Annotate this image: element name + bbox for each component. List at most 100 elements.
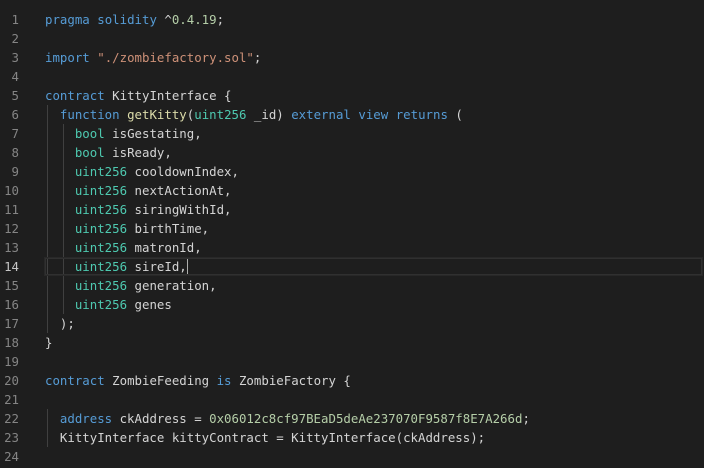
code-line[interactable]: 13 uint256 matronId,: [0, 238, 704, 257]
line-number: 14: [4, 259, 19, 274]
line-number: 7: [11, 126, 19, 141]
code-text[interactable]: contract ZombieFeeding is ZombieFactory …: [45, 371, 351, 390]
code-line[interactable]: 8 bool isReady,: [0, 143, 704, 162]
code-token: view: [358, 107, 389, 122]
code-token: external: [291, 107, 351, 122]
code-text[interactable]: uint256 siringWithId,: [45, 200, 232, 219]
code-token: ckAddress =: [112, 411, 210, 426]
code-line[interactable]: 7 bool isGestating,: [0, 124, 704, 143]
code-line[interactable]: 4: [0, 67, 704, 86]
line-number: 9: [11, 164, 19, 179]
code-line[interactable]: 16 uint256 genes: [0, 295, 704, 314]
line-number: 8: [11, 145, 19, 160]
code-line[interactable]: 18}: [0, 333, 704, 352]
code-text[interactable]: function getKitty(uint256 _id) external …: [45, 105, 463, 124]
line-number: 2: [11, 31, 19, 46]
code-line[interactable]: 19: [0, 352, 704, 371]
code-text[interactable]: import "./zombiefactory.sol";: [45, 48, 261, 67]
code-token: solidity: [97, 12, 157, 27]
code-token: cooldownIndex,: [127, 164, 239, 179]
line-number: 16: [4, 297, 19, 312]
line-number: 13: [4, 240, 19, 255]
line-number: 11: [4, 202, 19, 217]
code-text[interactable]: uint256 generation,: [45, 276, 217, 295]
code-line[interactable]: 22 address ckAddress = 0x06012c8cf97BEaD…: [0, 409, 704, 428]
code-text[interactable]: pragma solidity ^0.4.19;: [45, 10, 224, 29]
line-number: 6: [11, 107, 19, 122]
code-token: 0.4.19: [171, 12, 217, 27]
code-token: isReady,: [104, 145, 172, 160]
code-token: 0x06012c8cf97BEaD5deAe237070F9587f8E7A26…: [209, 411, 523, 426]
code-token: genes: [127, 297, 172, 312]
code-line[interactable]: 17 );: [0, 314, 704, 333]
code-text[interactable]: bool isReady,: [45, 143, 172, 162]
code-text[interactable]: uint256 cooldownIndex,: [45, 162, 239, 181]
code-line[interactable]: 3 import "./zombiefactory.sol";: [0, 48, 704, 67]
code-token: uint256: [74, 240, 128, 255]
code-token: isGestating,: [104, 126, 202, 141]
code-text[interactable]: bool isGestating,: [45, 124, 202, 143]
code-line[interactable]: 10 uint256 nextActionAt,: [0, 181, 704, 200]
code-token: uint256: [74, 164, 128, 179]
code-token: ^: [156, 12, 172, 27]
code-text[interactable]: contract KittyInterface {: [45, 86, 232, 105]
code-token: uint256: [74, 221, 128, 236]
code-token: uint256: [74, 297, 128, 312]
code-token: contract: [45, 373, 105, 388]
code-text[interactable]: );: [45, 314, 75, 333]
code-line[interactable]: 20 contract ZombieFeeding is ZombieFactor…: [0, 371, 704, 390]
code-token: uint256: [194, 107, 247, 122]
code-token: KittyInterface {: [104, 88, 232, 103]
code-line[interactable]: 14 uint256 sireId,: [0, 257, 704, 276]
code-token: siringWithId,: [127, 202, 232, 217]
code-text[interactable]: uint256 matronId,: [45, 238, 202, 257]
code-text[interactable]: KittyInterface kittyContract = KittyInte…: [45, 428, 485, 447]
code-line[interactable]: 15 uint256 generation,: [0, 276, 704, 295]
code-token: pragma: [45, 12, 90, 27]
line-number: 17: [4, 316, 19, 331]
code-token: uint256: [74, 202, 128, 217]
code-text[interactable]: uint256 genes: [45, 295, 172, 314]
code-token: returns: [395, 107, 448, 122]
line-number: 1: [11, 12, 19, 27]
line-number: 22: [4, 411, 19, 426]
line-number: 24: [4, 449, 19, 464]
code-token: uint256: [74, 259, 128, 274]
code-token: "./zombiefactory.sol": [97, 50, 254, 65]
code-line[interactable]: 1 pragma solidity ^0.4.19;: [0, 10, 704, 29]
code-token: bool: [74, 145, 105, 160]
code-text[interactable]: uint256 birthTime,: [45, 219, 209, 238]
code-text[interactable]: uint256 sireId,: [44, 257, 702, 276]
code-token: ZombieFactory {: [231, 373, 351, 388]
code-token: );: [45, 316, 75, 331]
code-editor[interactable]: 1 pragma solidity ^0.4.19; 2 3 import "./zom…: [0, 0, 704, 468]
code-line[interactable]: 24: [0, 447, 704, 466]
line-number: 15: [4, 278, 19, 293]
code-token: }: [45, 335, 53, 350]
code-line[interactable]: 9 uint256 cooldownIndex,: [0, 162, 704, 181]
code-token: nextActionAt,: [127, 183, 232, 198]
line-number: 23: [4, 430, 19, 445]
code-line[interactable]: 21: [0, 390, 704, 409]
code-line[interactable]: 23 KittyInterface kittyContract = KittyI…: [0, 428, 704, 447]
code-line[interactable]: 11 uint256 siringWithId,: [0, 200, 704, 219]
code-line[interactable]: 6 function getKitty (uint256 _id) externa…: [0, 105, 704, 124]
code-line[interactable]: 5 contract KittyInterface {: [0, 86, 704, 105]
code-line[interactable]: 2: [0, 29, 704, 48]
code-token: _id): [246, 107, 292, 122]
code-token: matronId,: [127, 240, 202, 255]
code-text[interactable]: uint256 nextActionAt,: [45, 181, 232, 200]
code-text[interactable]: address ckAddress = 0x06012c8cf97BEaD5de…: [45, 409, 530, 428]
code-line[interactable]: 12 uint256 birthTime,: [0, 219, 704, 238]
code-text[interactable]: }: [45, 333, 52, 352]
